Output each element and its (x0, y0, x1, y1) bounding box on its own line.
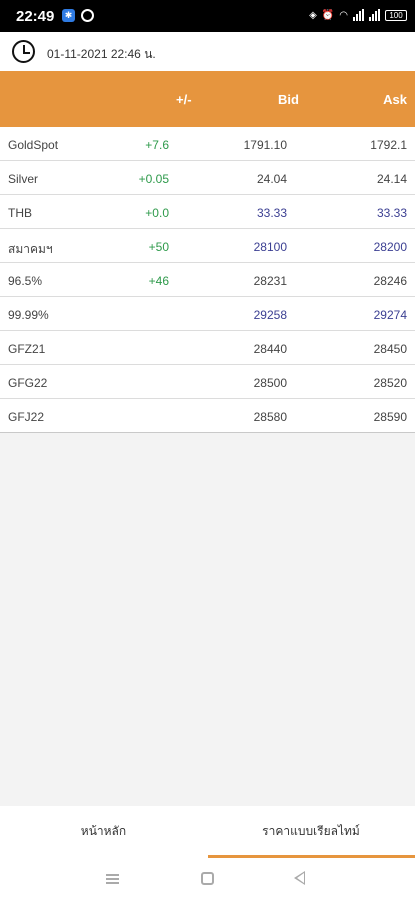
row-name: 99.99% (8, 308, 49, 322)
table-row: Silver +0.05 24.04 24.14 (0, 161, 415, 195)
row-name: 96.5% (8, 274, 43, 288)
row-name: GFZ21 (8, 342, 46, 356)
system-nav-bar (0, 858, 415, 900)
header-change: +/- (176, 92, 192, 107)
row-ask: 33.33 (376, 206, 407, 220)
row-bid: 1791.10 (243, 138, 287, 152)
price-table-header: +/- Bid Ask (0, 71, 415, 127)
messenger-icon: ✱ (62, 9, 75, 22)
table-row: สมาคมฯ +50 28100 28200 (0, 229, 415, 263)
bottom-tab-bar: หน้าหลัก ราคาแบบเรียลไทม์ (0, 806, 415, 858)
vibrate-icon: ◈ (309, 9, 317, 21)
row-change: +50 (148, 240, 169, 254)
row-change: +0.05 (138, 172, 169, 186)
row-name: THB (8, 206, 32, 220)
row-change: +7.6 (145, 138, 169, 152)
update-timestamp: 01-11-2021 22:46 น. (47, 47, 156, 61)
table-row: GFJ22 28580 28590 (0, 399, 415, 433)
header-bid: Bid (278, 92, 299, 107)
battery-icon: 100 (385, 9, 407, 21)
row-bid: 24.04 (256, 172, 287, 186)
table-row: GFZ21 28440 28450 (0, 331, 415, 365)
table-row: GFG22 28500 28520 (0, 365, 415, 399)
row-bid: 28500 (253, 376, 287, 390)
row-ask: 28200 (373, 240, 407, 254)
update-time-bar: 01-11-2021 22:46 น. (0, 32, 415, 71)
row-change: +0.0 (145, 206, 169, 220)
header-ask: Ask (383, 92, 407, 107)
row-name: GFG22 (8, 376, 48, 390)
notification-icon (81, 9, 94, 22)
tab-home[interactable]: หน้าหลัก (0, 806, 207, 858)
row-ask: 28450 (373, 342, 407, 356)
price-table: GoldSpot +7.6 1791.10 1792.1 Silver +0.0… (0, 127, 415, 433)
back-icon[interactable] (294, 871, 305, 885)
home-icon[interactable] (201, 872, 214, 885)
row-name: Silver (8, 172, 39, 186)
row-ask: 1792.1 (370, 138, 407, 152)
row-ask: 29274 (373, 308, 407, 322)
row-bid: 29258 (253, 308, 287, 322)
signal-icon-2 (369, 9, 380, 21)
tab-realtime-price[interactable]: ราคาแบบเรียลไทม์ (207, 806, 415, 858)
row-bid: 28440 (253, 342, 287, 356)
signal-icon (353, 9, 364, 21)
status-bar: 22:49 ✱ ◈ ⏰ ◠ 100 (0, 0, 415, 32)
row-ask: 28590 (373, 410, 407, 424)
recent-apps-icon[interactable] (106, 874, 119, 884)
row-ask: 28246 (373, 274, 407, 288)
row-change: +46 (148, 274, 169, 288)
row-bid: 33.33 (256, 206, 287, 220)
table-row: 96.5% +46 28231 28246 (0, 263, 415, 297)
table-row: 99.99% 29258 29274 (0, 297, 415, 331)
row-name: GFJ22 (8, 410, 45, 424)
row-ask: 28520 (373, 376, 407, 390)
row-name: GoldSpot (8, 138, 59, 152)
row-bid: 28580 (253, 410, 287, 424)
clock-icon (12, 40, 35, 63)
status-time: 22:49 (16, 8, 55, 25)
alarm-icon: ⏰ (321, 9, 335, 21)
row-ask: 24.14 (376, 172, 407, 186)
table-row: GoldSpot +7.6 1791.10 1792.1 (0, 127, 415, 161)
row-bid: 28100 (253, 240, 287, 254)
table-row: THB +0.0 33.33 33.33 (0, 195, 415, 229)
row-bid: 28231 (253, 274, 287, 288)
row-name: สมาคมฯ (8, 242, 53, 256)
wifi-icon: ◠ (339, 9, 348, 21)
